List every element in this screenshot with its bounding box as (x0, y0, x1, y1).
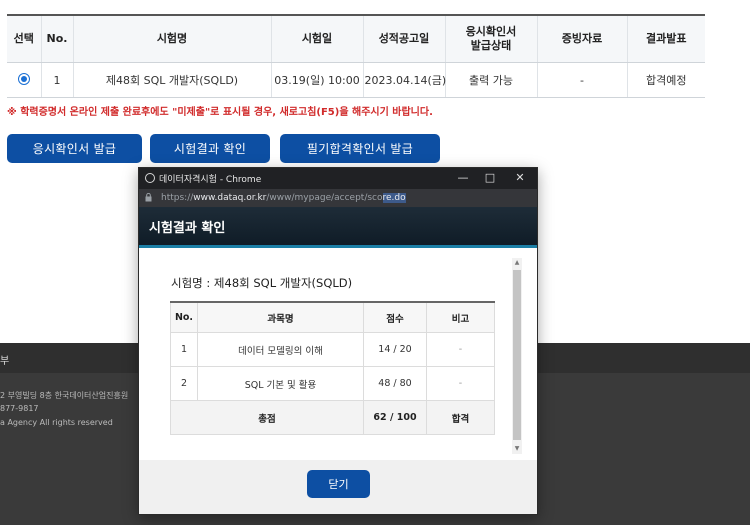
exam-name-label: 시험명 : 제48회 SQL 개발자(SQLD) (171, 276, 353, 290)
header-evidence: 증빙자료 (537, 14, 628, 63)
window-titlebar[interactable]: 데이터자격시험 - Chrome — □ ✕ (139, 168, 537, 189)
row-no: 1 (41, 62, 74, 98)
score-header-subject: 과목명 (197, 301, 364, 333)
written-pass-issue-button[interactable]: 필기합격확인서 발급 (280, 134, 440, 163)
refresh-notice: ※ 학력증명서 온라인 제출 완료후에도 "미제출"로 표시될 경우, 새로고침… (7, 107, 433, 118)
select-radio[interactable] (17, 72, 30, 85)
minimize-icon[interactable]: — (453, 170, 473, 186)
footer-copyright: a Agency All rights reserved (0, 418, 113, 427)
header-announce-date: 성적공고일 (363, 14, 446, 63)
row-result: 합격예정 (627, 62, 705, 98)
subject-no: 1 (170, 332, 198, 367)
select-cell (7, 62, 42, 98)
footer-bar-text: 부 (0, 356, 10, 367)
row-evidence: - (537, 62, 628, 98)
header-exam-name: 시험명 (73, 14, 272, 63)
header-result: 결과발표 (627, 14, 705, 63)
confirm-issue-button[interactable]: 응시확인서 발급 (7, 134, 142, 163)
header-select: 선택 (7, 14, 42, 63)
exam-table-header: 선택 No. 시험명 시험일 성적공고일 응시확인서 발급상태 증빙자료 결과발… (7, 14, 705, 63)
subject-score: 48 / 80 (363, 366, 427, 401)
subject-name: 데이터 모델링의 이해 (197, 332, 364, 367)
row-exam-name: 제48회 SQL 개발자(SQLD) (73, 62, 272, 98)
popup-scrollbar[interactable]: ▲ ▼ (512, 258, 522, 454)
subject-score: 14 / 20 (363, 332, 427, 367)
site-favicon-icon (145, 173, 155, 183)
table-row: 2 SQL 기본 및 활용 48 / 80 - (170, 366, 495, 401)
header-no: No. (41, 14, 74, 63)
table-row: 1 제48회 SQL 개발자(SQLD) 03.19(일) 10:00 2023… (7, 62, 705, 98)
window-title: 데이터자격시험 - Chrome (159, 175, 262, 185)
scroll-up-icon[interactable]: ▲ (512, 258, 522, 268)
url-selected: re.do (382, 193, 406, 203)
url-path: /www/mypage/accept/sco (266, 193, 383, 203)
footer-address: 2 부영빌딩 8층 한국데이터산업진흥원 (0, 391, 129, 400)
subject-no: 2 (170, 366, 198, 401)
check-result-button[interactable]: 시험결과 확인 (150, 134, 270, 163)
header-issue-status: 응시확인서 발급상태 (445, 14, 538, 63)
total-row: 총점 62 / 100 합격 (170, 400, 495, 435)
footer-phone: 877-9817 (0, 404, 39, 413)
popup-header: 시험결과 확인 (139, 207, 537, 248)
subject-name: SQL 기본 및 활용 (197, 366, 364, 401)
popup-footer: 닫기 (139, 460, 537, 514)
total-label: 총점 (170, 400, 364, 435)
window-close-icon[interactable]: ✕ (510, 170, 530, 186)
result-popup-window: 데이터자격시험 - Chrome — □ ✕ https://www.dataq… (138, 167, 538, 515)
score-header-note: 비고 (426, 301, 495, 333)
popup-title: 시험결과 확인 (149, 221, 226, 236)
exam-table: 선택 No. 시험명 시험일 성적공고일 응시확인서 발급상태 증빙자료 결과발… (7, 14, 705, 98)
score-table: No. 과목명 점수 비고 1 데이터 모델링의 이해 14 / 20 - 2 … (170, 301, 495, 435)
url-prefix: https:// (161, 193, 194, 203)
score-table-header: No. 과목명 점수 비고 (170, 301, 495, 333)
url-text[interactable]: https://www.dataq.or.kr/www/mypage/accep… (161, 193, 406, 203)
popup-body: 시험명 : 제48회 SQL 개발자(SQLD) No. 과목명 점수 비고 1… (139, 248, 537, 460)
subject-note: - (426, 332, 495, 367)
row-issue-status: 출력 가능 (445, 62, 538, 98)
lock-icon (145, 193, 152, 202)
scroll-down-icon[interactable]: ▼ (512, 444, 522, 454)
header-exam-date: 시험일 (271, 14, 364, 63)
close-button[interactable]: 닫기 (307, 470, 370, 498)
total-result: 합격 (426, 400, 495, 435)
table-row: 1 데이터 모델링의 이해 14 / 20 - (170, 332, 495, 367)
address-bar[interactable]: https://www.dataq.or.kr/www/mypage/accep… (139, 189, 537, 207)
score-header-score: 점수 (363, 301, 427, 333)
maximize-icon[interactable]: □ (480, 170, 500, 186)
row-exam-date: 03.19(일) 10:00 (271, 62, 364, 98)
row-announce-date: 2023.04.14(금) (363, 62, 446, 98)
total-score: 62 / 100 (363, 400, 427, 435)
score-header-no: No. (170, 301, 198, 333)
scrollbar-thumb[interactable] (513, 270, 521, 440)
subject-note: - (426, 366, 495, 401)
url-domain: www.dataq.or.kr (193, 193, 267, 203)
